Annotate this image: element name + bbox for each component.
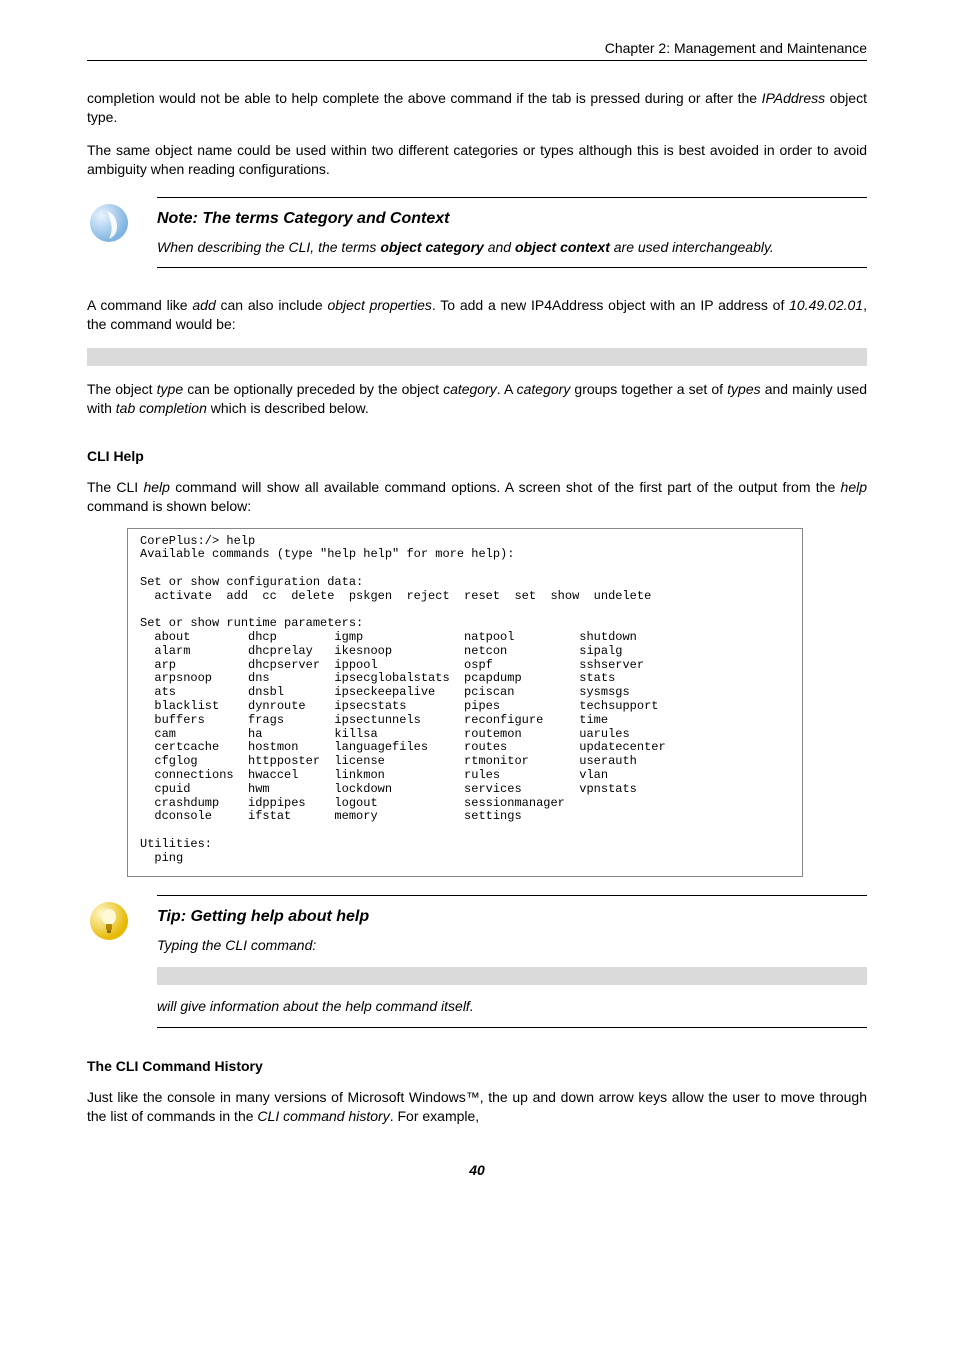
paragraph: The same object name could be used withi… bbox=[87, 141, 867, 179]
tip-callout: Tip: Getting help about help Typing the … bbox=[87, 895, 867, 1028]
paragraph: Just like the console in many versions o… bbox=[87, 1088, 867, 1126]
chapter-title: Chapter 2: Management and Maintenance bbox=[605, 40, 867, 56]
note-text: When describing the CLI, the terms objec… bbox=[157, 238, 867, 258]
section-heading-cli-help: CLI Help bbox=[87, 448, 867, 464]
tip-title: Tip: Getting help about help bbox=[157, 908, 867, 926]
code-placeholder-bar bbox=[87, 348, 867, 366]
paragraph: The CLI help command will show all avail… bbox=[87, 478, 867, 516]
note-title: Note: The terms Category and Context bbox=[157, 210, 867, 228]
tip-text-2: will give information about the help com… bbox=[157, 997, 867, 1017]
section-heading-cli-history: The CLI Command History bbox=[87, 1058, 867, 1074]
tip-icon bbox=[87, 899, 131, 943]
note-icon bbox=[87, 201, 131, 245]
paragraph: A command like add can also include obje… bbox=[87, 296, 867, 334]
cli-output-box: CorePlus:/> help Available commands (typ… bbox=[127, 528, 803, 877]
page-number: 40 bbox=[87, 1162, 867, 1178]
paragraph: completion would not be able to help com… bbox=[87, 89, 867, 127]
tip-text-1: Typing the CLI command: bbox=[157, 936, 867, 956]
chapter-header: Chapter 2: Management and Maintenance bbox=[87, 40, 867, 61]
note-callout: Note: The terms Category and Context Whe… bbox=[87, 197, 867, 269]
paragraph: The object type can be optionally preced… bbox=[87, 380, 867, 418]
code-placeholder-bar bbox=[157, 967, 867, 985]
